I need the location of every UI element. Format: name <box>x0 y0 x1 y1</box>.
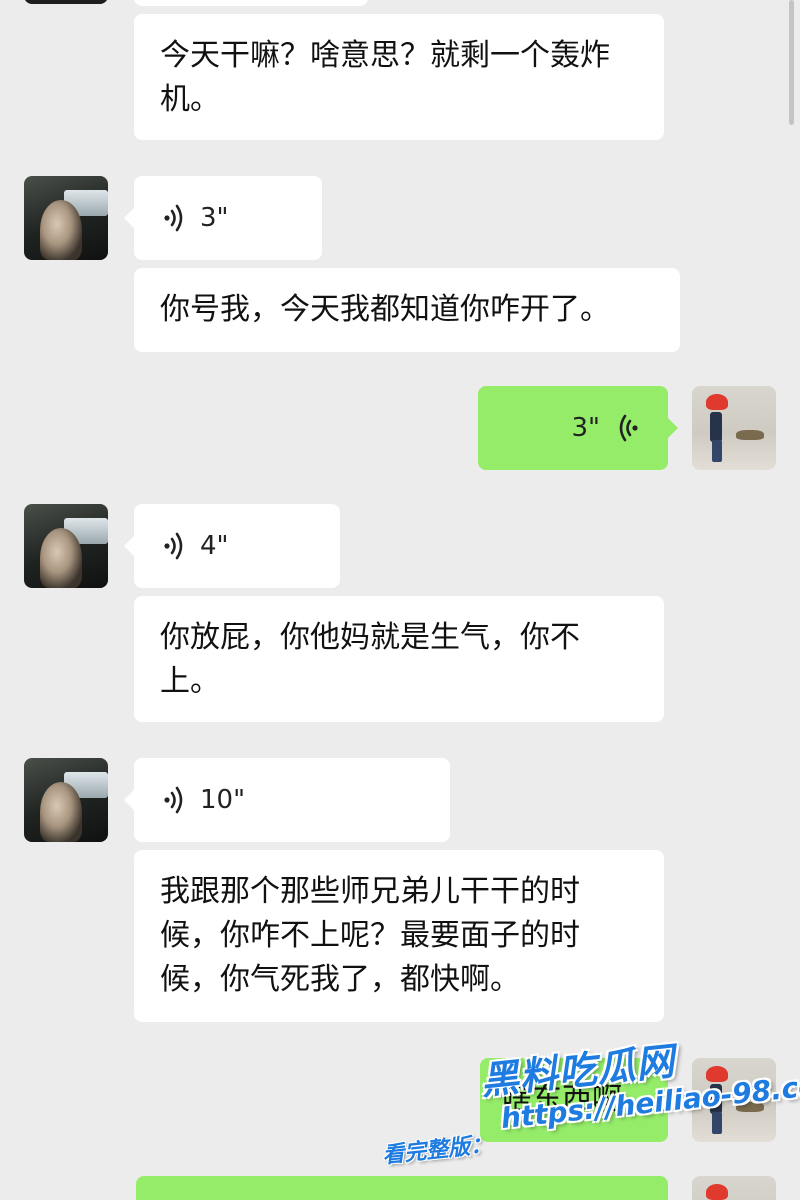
voice-duration: 10" <box>200 785 246 815</box>
message-bubble-partial[interactable] <box>136 1176 668 1200</box>
message-bubble-incoming[interactable]: 今天干嘛？啥意思？就剩一个轰炸机。 <box>134 14 664 140</box>
avatar-contact[interactable] <box>24 176 108 260</box>
chat-area: 今天干嘛？啥意思？就剩一个轰炸机。 3" 你号我，今天我都知道你咋开了。 3" <box>0 0 800 1200</box>
avatar-contact[interactable] <box>24 504 108 588</box>
voice-message-incoming[interactable]: 4" <box>124 504 340 588</box>
message-bubble-outgoing[interactable]: 啥东西啊 <box>480 1058 678 1142</box>
avatar-self-partial[interactable] <box>692 1176 776 1200</box>
message-text: 我跟那个那些师兄弟儿干干的时候，你咋不上呢？最要面子的时候，你气死我了，都快啊。 <box>160 874 580 997</box>
message-text: 啥东西啊 <box>502 1082 622 1117</box>
avatar-contact[interactable] <box>24 758 108 842</box>
voice-message-outgoing[interactable]: 3" <box>478 386 678 470</box>
avatar-contact-partial[interactable] <box>24 0 108 4</box>
voice-wave-icon <box>162 531 188 561</box>
avatar-self[interactable] <box>692 386 776 470</box>
voice-wave-icon <box>614 413 640 443</box>
message-text: 你放屁，你他妈就是生气，你不上。 <box>160 620 580 699</box>
avatar-self[interactable] <box>692 1058 776 1142</box>
voice-duration: 3" <box>571 413 600 443</box>
scrollbar[interactable] <box>789 0 794 125</box>
message-bubble-partial[interactable] <box>134 0 368 6</box>
watermark-label: 看完整版： <box>381 1132 494 1169</box>
message-bubble-incoming[interactable]: 你放屁，你他妈就是生气，你不上。 <box>134 596 664 722</box>
message-bubble-incoming[interactable]: 你号我，今天我都知道你咋开了。 <box>134 268 680 352</box>
message-bubble-incoming[interactable]: 我跟那个那些师兄弟儿干干的时候，你咋不上呢？最要面子的时候，你气死我了，都快啊。 <box>134 850 664 1022</box>
voice-message-incoming[interactable]: 10" <box>124 758 450 842</box>
message-text: 你号我，今天我都知道你咋开了。 <box>160 292 610 327</box>
voice-wave-icon <box>162 203 188 233</box>
voice-duration: 3" <box>200 203 229 233</box>
voice-wave-icon <box>162 785 188 815</box>
message-text: 今天干嘛？啥意思？就剩一个轰炸机。 <box>160 38 610 117</box>
voice-message-incoming[interactable]: 3" <box>124 176 322 260</box>
voice-duration: 4" <box>200 531 229 561</box>
